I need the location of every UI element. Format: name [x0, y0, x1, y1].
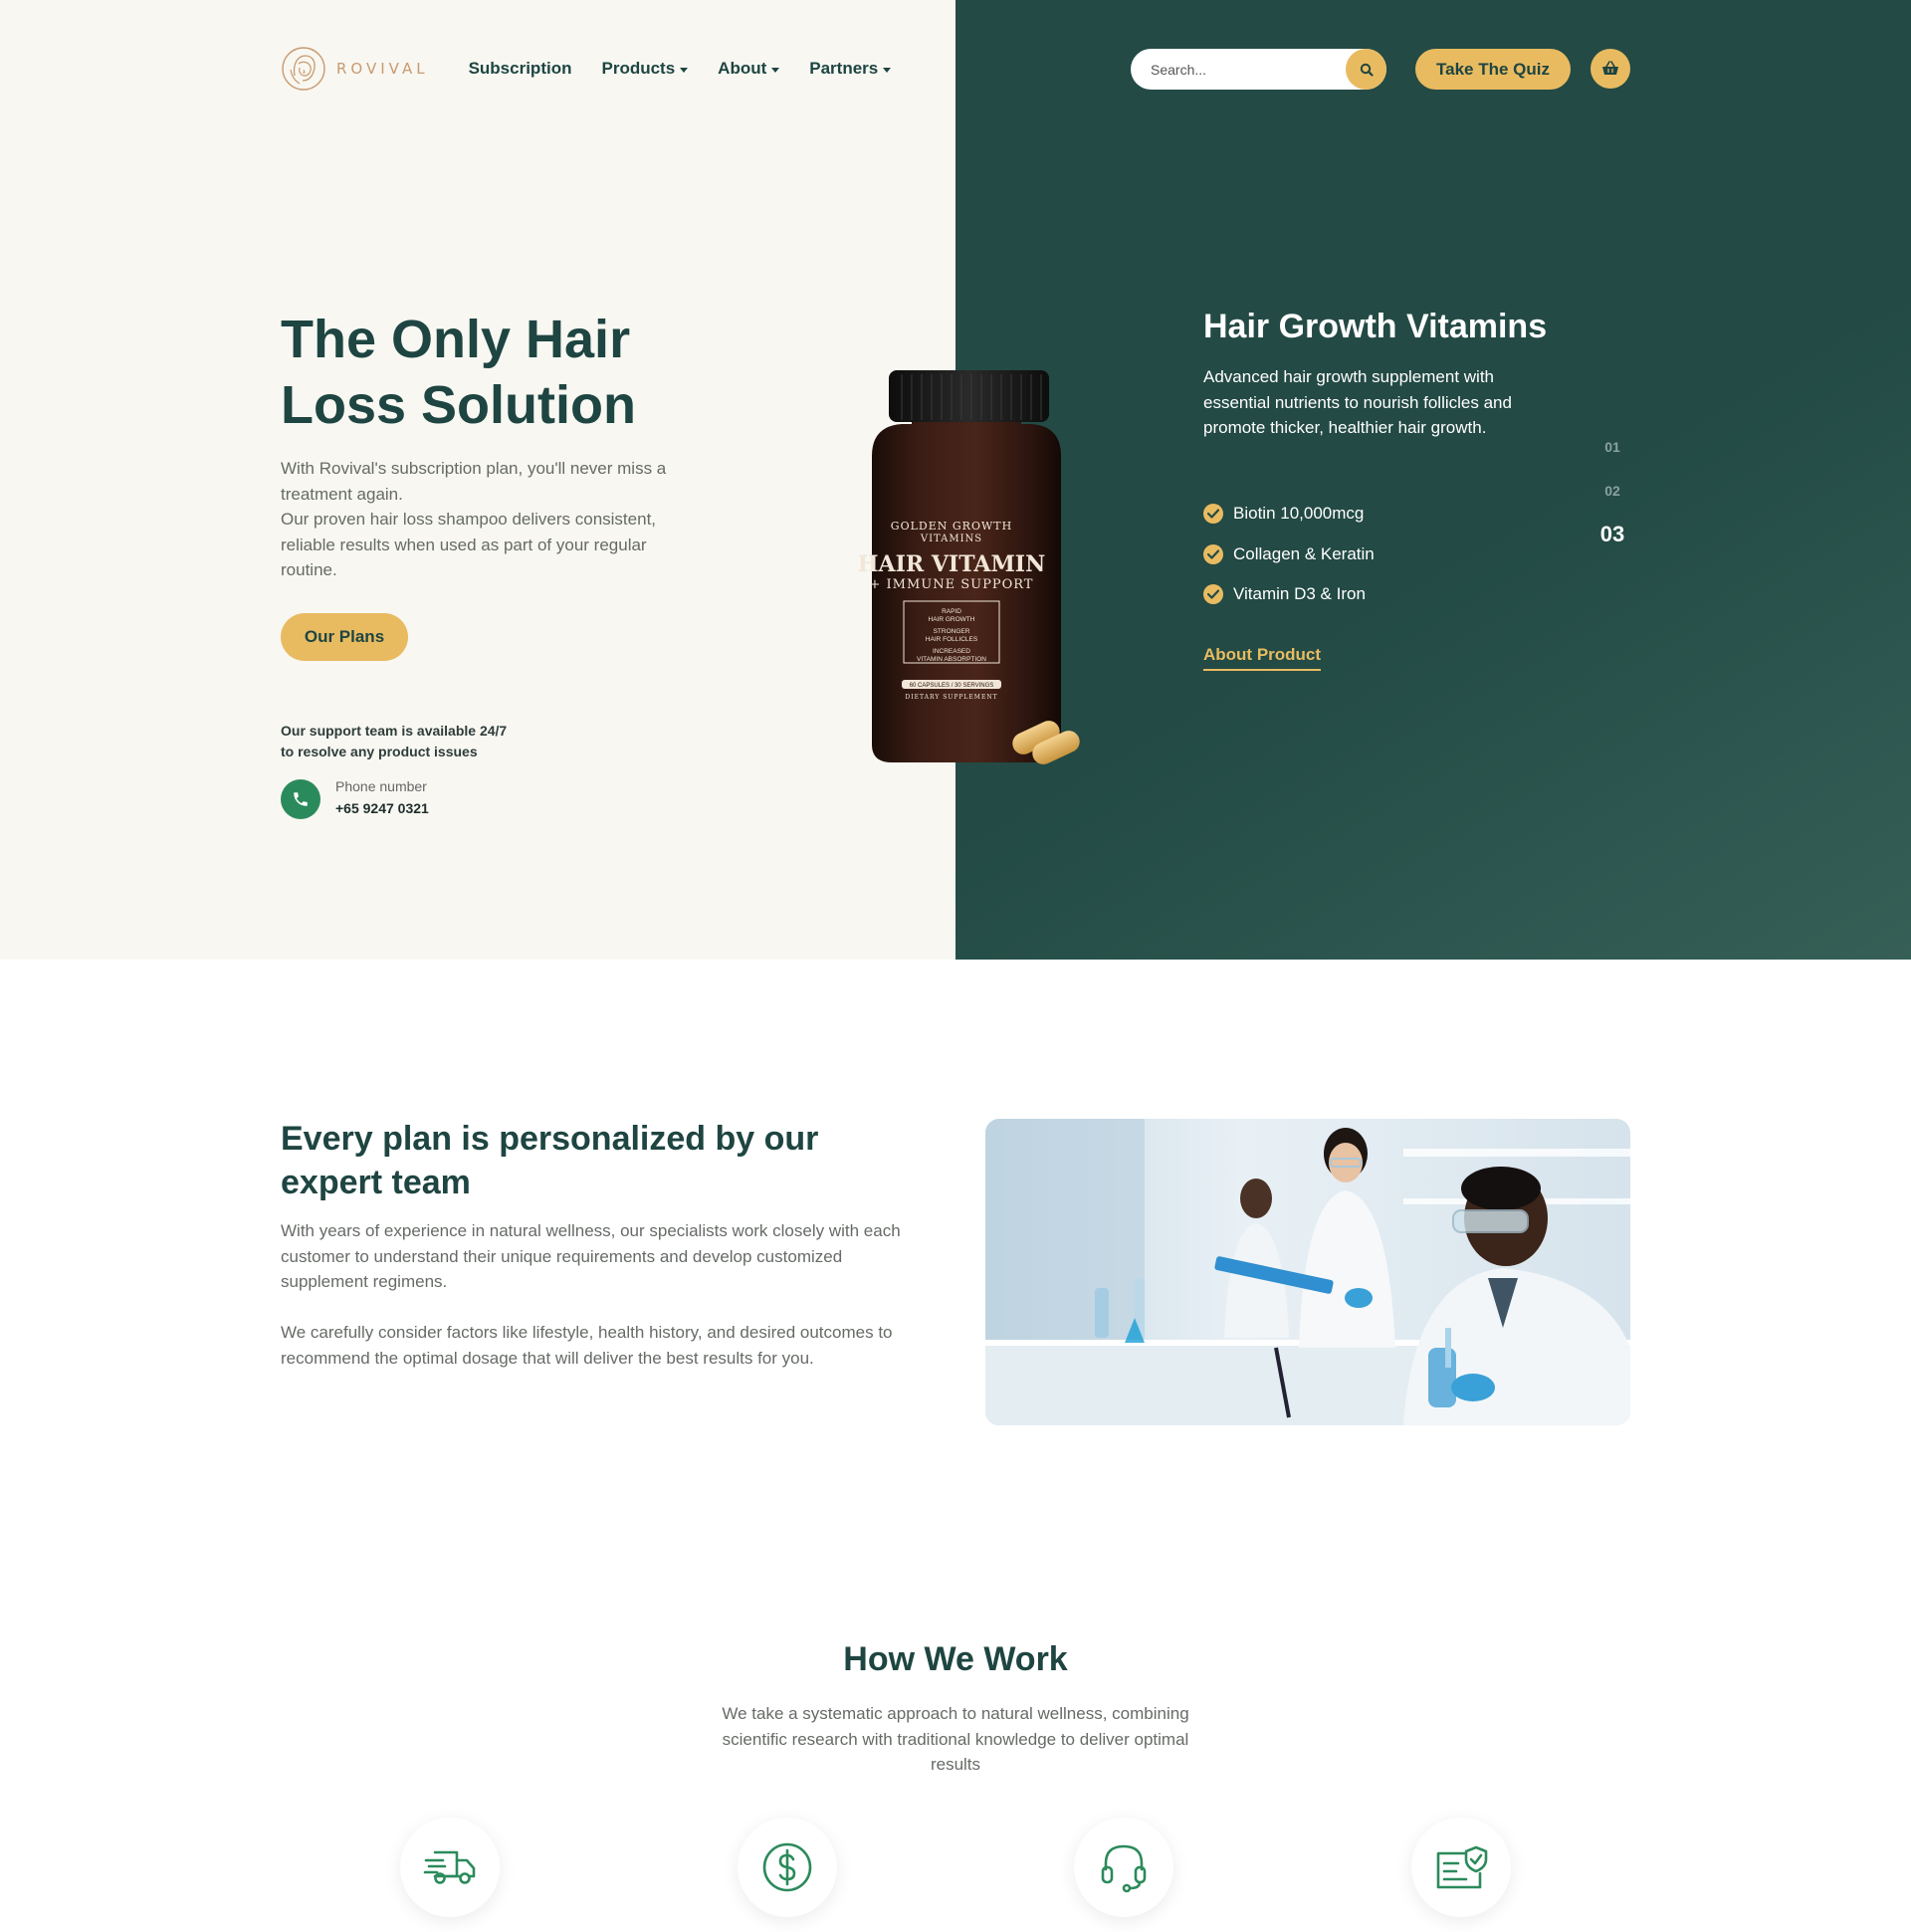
logo[interactable]: ROVIVAL	[281, 46, 429, 92]
bottle-brand-line-1: GOLDEN GROWTH	[891, 520, 1012, 533]
basket-icon	[1602, 61, 1618, 75]
team-paragraph-1: With years of experience in natural well…	[281, 1221, 901, 1291]
lab-scientists-image	[985, 1119, 1630, 1425]
product-title: Hair Growth Vitamins	[1203, 308, 1548, 345]
search-input[interactable]	[1131, 61, 1340, 78]
feature-item: Collagen & Keratin	[1203, 535, 1375, 575]
logo-face-icon	[282, 47, 325, 91]
bottle-claim-text: INCREASED	[933, 648, 970, 655]
how-we-work-description: We take a systematic approach to natural…	[722, 1704, 1189, 1774]
how-we-work-title: How We Work	[843, 1640, 1068, 1678]
hero-description-line-2: Our proven hair loss shampoo delivers co…	[281, 510, 657, 579]
product-bottle-image: GOLDEN GROWTH VITAMINS HAIR VITAMIN + IM…	[858, 370, 1080, 764]
caret-down-icon	[771, 67, 780, 73]
hero-section: ROVIVAL Subscription Products About Part…	[0, 0, 1911, 960]
team-paragraph-2: We carefully consider factors like lifes…	[281, 1323, 893, 1368]
nav-item-label: Subscription	[468, 59, 572, 78]
nav-item-subscription[interactable]: Subscription	[469, 59, 572, 79]
nav-item-about[interactable]: About	[718, 59, 780, 79]
our-plans-button[interactable]: Our Plans	[281, 613, 408, 661]
nav-menu: Subscription Products About Partners	[469, 59, 892, 79]
delivery-truck-icon	[400, 1818, 500, 1917]
phone-button[interactable]	[281, 779, 320, 819]
bottle-claim-text: HAIR FOLLICLES	[926, 636, 978, 643]
caret-down-icon	[680, 67, 689, 73]
dollar-coin-icon	[738, 1818, 837, 1917]
hero-title: The Only Hair Loss Solution	[281, 310, 636, 435]
feature-label: Biotin 10,000mcg	[1233, 504, 1365, 524]
nav-item-products[interactable]: Products	[601, 59, 689, 79]
support-line-1: Our support team is available 24/7	[281, 723, 508, 739]
bottle-claim-text: VITAMIN ABSORPTION	[917, 656, 986, 663]
bottle-type: DIETARY SUPPLEMENT	[905, 694, 997, 701]
bottle-cap	[889, 370, 1049, 422]
take-quiz-button[interactable]: Take The Quiz	[1415, 49, 1571, 90]
feature-item: Biotin 10,000mcg	[1203, 494, 1375, 535]
bottle-claim-text: RAPID	[942, 608, 961, 615]
feature-label: Vitamin D3 & Iron	[1233, 584, 1366, 604]
nav-item-partners[interactable]: Partners	[809, 59, 892, 79]
cart-button[interactable]	[1591, 49, 1630, 89]
hero-description: With Rovival's subscription plan, you'll…	[281, 456, 699, 583]
search-button[interactable]	[1346, 49, 1386, 90]
slide-number-01[interactable]: 01	[1583, 436, 1642, 480]
nav-item-label: About	[718, 59, 767, 78]
bottle-product-sub: + IMMUNE SUPPORT	[870, 577, 1034, 592]
nav-item-label: Products	[601, 59, 676, 78]
search-icon	[1360, 63, 1374, 77]
phone-icon	[294, 792, 308, 806]
slide-pagination: 01 02 03	[1583, 436, 1642, 567]
feature-list: Biotin 10,000mcg Collagen & Keratin Vita…	[1203, 494, 1375, 615]
caret-down-icon	[883, 67, 892, 73]
headset-icon	[1074, 1818, 1173, 1917]
feature-label: Collagen & Keratin	[1233, 543, 1375, 563]
product-description: Advanced hair growth supplement with ess…	[1203, 367, 1512, 437]
check-circle-icon	[1203, 584, 1223, 605]
brand-name: ROVIVAL	[336, 60, 429, 78]
support-line-2: to resolve any product issues	[281, 744, 478, 759]
hero-description-line-1: With Rovival's subscription plan, you'll…	[281, 459, 667, 504]
team-section-title: Every plan is personalized by our expert…	[281, 1120, 819, 1201]
support-text: Our support team is available 24/7 to re…	[281, 721, 579, 762]
check-circle-icon	[1203, 543, 1223, 564]
slide-number-03[interactable]: 03	[1583, 524, 1642, 567]
bottle-claim-text: STRONGER	[934, 628, 970, 635]
about-product-link[interactable]: About Product	[1203, 645, 1322, 671]
slide-number-02[interactable]: 02	[1583, 480, 1642, 524]
feature-item: Vitamin D3 & Iron	[1203, 574, 1375, 615]
nav-item-label: Partners	[809, 59, 879, 78]
bottle-count: 60 CAPSULES / 30 SERVINGS	[910, 683, 994, 689]
verified-document-icon	[1411, 1818, 1511, 1917]
bottle-product-name: HAIR VITAMIN	[858, 551, 1045, 577]
bottle-claim-text: HAIR GROWTH	[929, 616, 975, 623]
main-nav: ROVIVAL Subscription Products About Part…	[281, 44, 892, 94]
search-bar	[1131, 49, 1386, 90]
phone-label: Phone number	[335, 778, 427, 794]
bottle-brand-line-2: VITAMINS	[920, 534, 982, 544]
check-circle-icon	[1203, 504, 1223, 525]
phone-number[interactable]: +65 9247 0321	[335, 800, 429, 816]
